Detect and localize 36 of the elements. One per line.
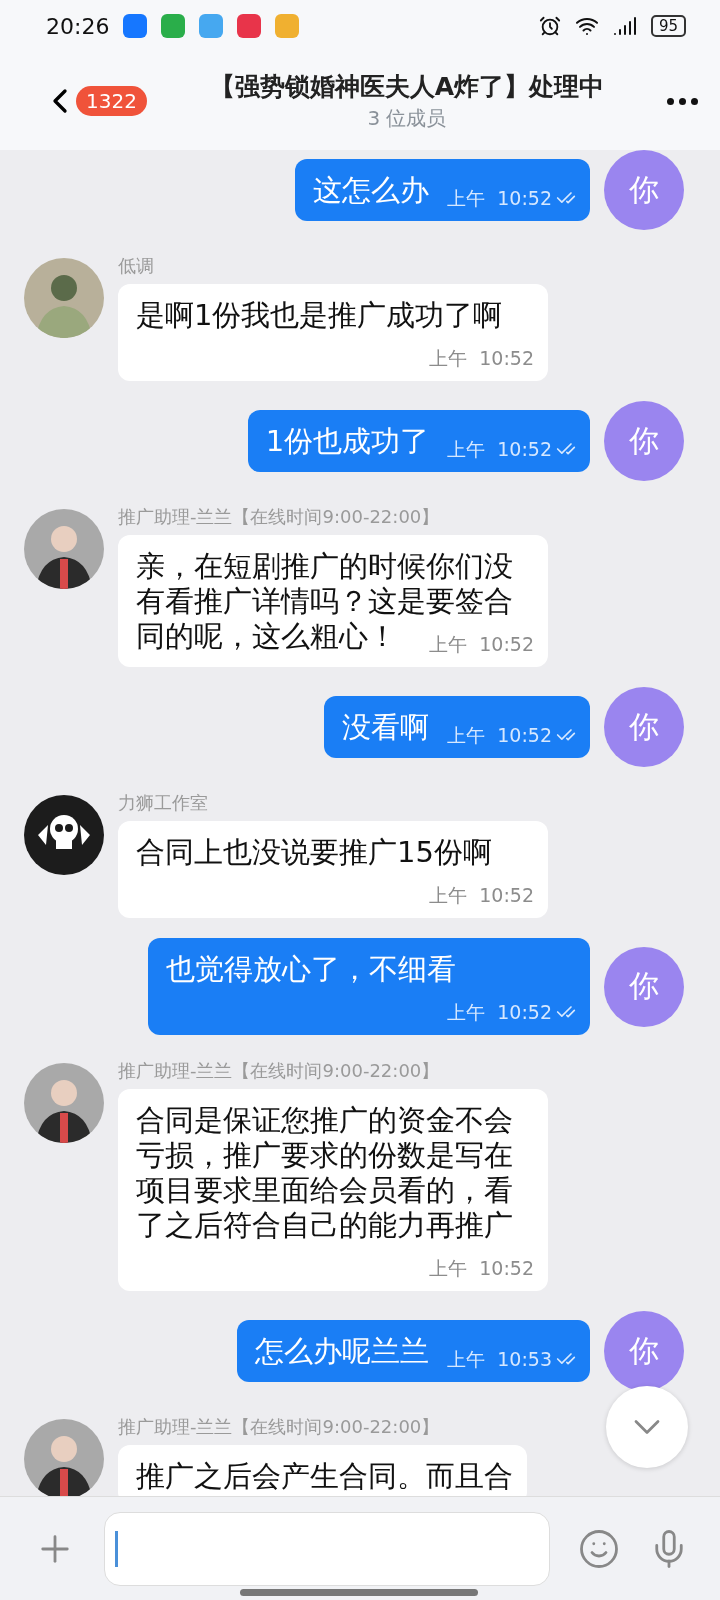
scroll-down-button[interactable] [606,1386,688,1468]
message-bubble: 合同是保证您推广的资金不会亏损，推广要求的份数是写在项目要求里面给会员看的，看了之后符合自己的能力再推广 上午 10:52 [118,1089,548,1291]
message-bubble: 这怎么办 上午 10:52 [295,159,590,221]
avatar: 你 [604,687,684,767]
signal-icon [612,14,637,38]
avatar: 你 [604,150,684,230]
emoji-icon[interactable] [578,1527,620,1570]
message-bubble: 怎么办呢兰兰 上午 10:53 [237,1320,590,1382]
message-bubble: 推广之后会产生合同。而且合 [118,1445,527,1496]
member-count: 3 位成员 [367,105,447,132]
avatar: 你 [604,1311,684,1391]
app-icon [275,14,300,38]
unread-badge: 1322 [76,86,147,116]
clock-time: 20:26 [46,13,110,39]
message-input[interactable] [104,1511,550,1586]
message-bubble: 1份也成功了 上午 10:52 [247,410,590,472]
battery-level: 95 [650,15,686,37]
message-bubble: 合同上也没说要推广15份啊 上午 10:52 [118,821,548,918]
message-bubble: 亲，在短剧推广的时候你们没有看推广详情吗？这是要签合同的呢，这么粗心！ 上午 10:52 [118,535,548,667]
sender-name: 低调 [118,254,154,278]
app-icon [123,14,148,38]
avatar: 你 [604,401,684,481]
avatar: 你 [604,946,684,1027]
sender-name: 推广助理-兰兰【在线时间9:00-22:00】 [118,1059,440,1083]
more-icon[interactable] [667,97,698,105]
alarm-icon [538,15,561,37]
sender-name: 力狮工作室 [118,791,208,815]
message-bubble: 是啊1份我也是推广成功了啊 上午 10:52 [118,284,548,381]
app-icon [199,14,224,38]
message-bubble: 也觉得放心了，不细看 上午 10:52 [148,938,590,1035]
sender-name: 推广助理-兰兰【在线时间9:00-22:00】 [118,1415,440,1439]
chat-title: 【强势锁婚神医夫人A炸了】处理中 [209,71,605,103]
app-icon [161,14,186,38]
app-icon [237,14,262,38]
message-bubble: 没看啊 上午 10:52 [324,696,590,758]
sender-name: 推广助理-兰兰【在线时间9:00-22:00】 [118,505,440,529]
